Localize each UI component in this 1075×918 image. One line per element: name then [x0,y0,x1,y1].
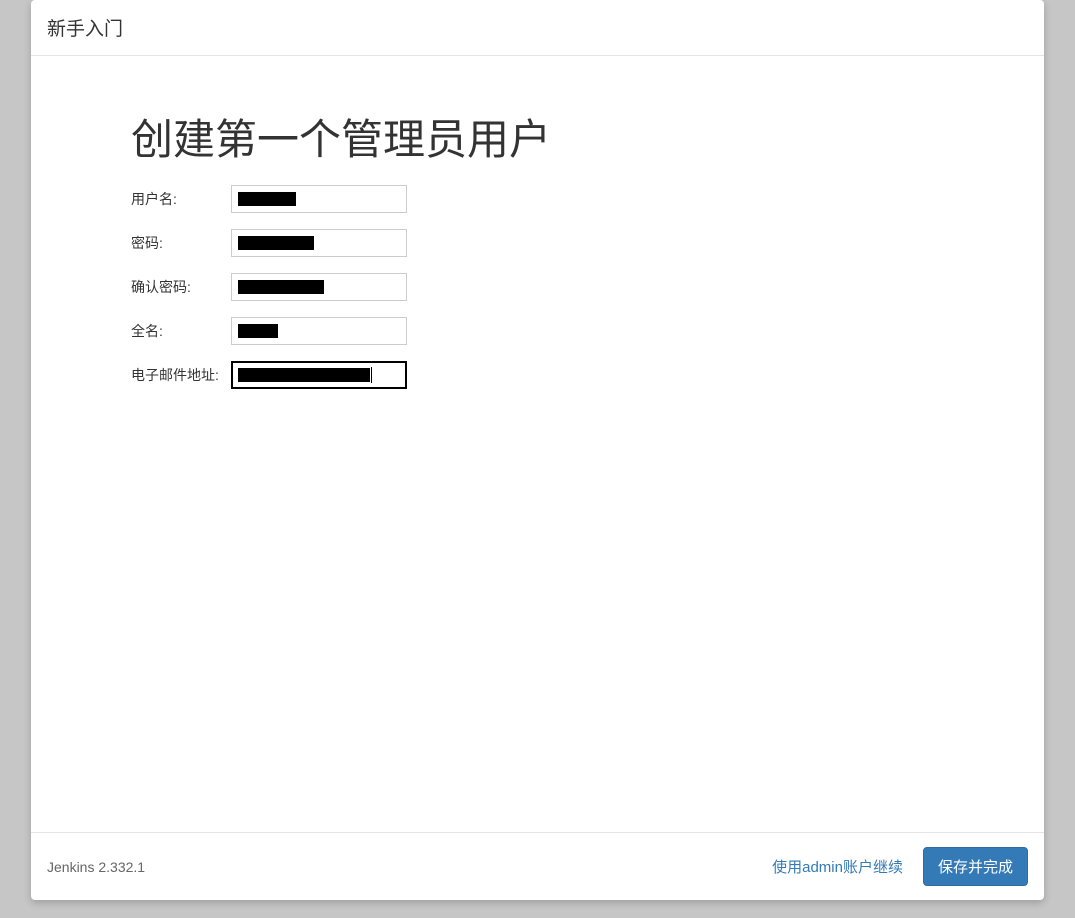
form-row-username: 用户名: [131,185,944,213]
redacted-value [238,324,278,338]
fullname-input[interactable] [231,317,407,345]
fullname-label: 全名: [131,321,231,341]
password-label: 密码: [131,233,231,253]
modal-body: 创建第一个管理员用户 用户名: 密码: 确认密码: 全名: [31,56,1044,832]
setup-modal: 新手入门 创建第一个管理员用户 用户名: 密码: 确认密码: 全名: [31,0,1044,900]
save-and-finish-button[interactable]: 保存并完成 [923,847,1028,886]
form-row-confirm-password: 确认密码: [131,273,944,301]
modal-header: 新手入门 [31,0,1044,56]
email-input[interactable] [231,361,407,389]
password-input[interactable] [231,229,407,257]
skip-admin-link[interactable]: 使用admin账户继续 [764,850,911,883]
redacted-value [238,236,314,250]
modal-footer: Jenkins 2.332.1 使用admin账户继续 保存并完成 [31,832,1044,900]
form-row-fullname: 全名: [131,317,944,345]
redacted-value [238,368,370,382]
confirm-password-input[interactable] [231,273,407,301]
text-caret [371,367,372,383]
redacted-value [238,192,296,206]
username-label: 用户名: [131,189,231,209]
form-row-email: 电子邮件地址: [131,361,944,389]
modal-title: 新手入门 [47,19,123,40]
page-title: 创建第一个管理员用户 [131,106,944,167]
version-label: Jenkins 2.332.1 [47,859,145,875]
footer-actions: 使用admin账户继续 保存并完成 [764,847,1028,886]
email-label: 电子邮件地址: [131,365,231,385]
redacted-value [238,280,324,294]
form-row-password: 密码: [131,229,944,257]
username-input[interactable] [231,185,407,213]
confirm-password-label: 确认密码: [131,277,231,297]
